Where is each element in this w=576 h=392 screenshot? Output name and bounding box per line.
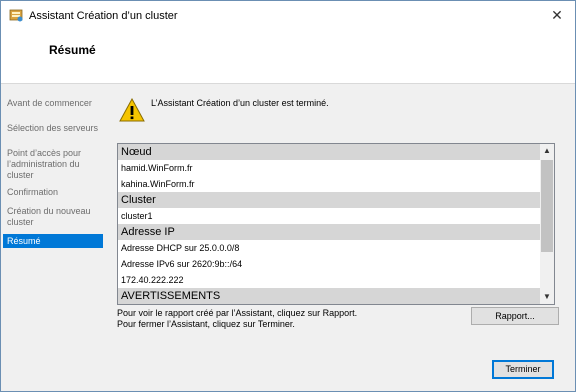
step-selection-serveurs[interactable]: Sélection des serveurs bbox=[3, 123, 103, 134]
list-item: cluster1 bbox=[121, 211, 153, 221]
scroll-down-icon[interactable]: ▼ bbox=[540, 290, 554, 304]
scroll-thumb[interactable] bbox=[541, 160, 553, 252]
summary-panel: L’Assistant Création d’un cluster est te… bbox=[105, 84, 575, 391]
finish-info-text: Pour fermer l’Assistant, cliquez sur Ter… bbox=[117, 319, 295, 329]
list-item: 172.40.222.222 bbox=[121, 275, 184, 285]
page-header: Résumé bbox=[1, 31, 575, 84]
cluster-wizard-icon bbox=[9, 9, 23, 22]
page-title: Résumé bbox=[49, 43, 96, 57]
report-info-text: Pour voir le rapport créé par l’Assistan… bbox=[117, 308, 358, 318]
list-item: Adresse DHCP sur 25.0.0.0/8 bbox=[121, 243, 240, 253]
list-group-header: Adresse IP bbox=[118, 224, 540, 240]
step-confirmation[interactable]: Confirmation bbox=[3, 187, 103, 198]
step-point-acces[interactable]: Point d’accès pour l’administration du c… bbox=[3, 148, 103, 181]
list-group-header: Cluster bbox=[118, 192, 540, 208]
summary-list[interactable]: Nœud hamid.WinForm.fr kahina.WinForm.fr … bbox=[117, 143, 555, 305]
scroll-up-icon[interactable]: ▲ bbox=[540, 144, 554, 158]
title-bar: Assistant Création d’un cluster ✕ bbox=[1, 1, 575, 31]
list-item: Adresse IPv6 sur 2620:9b::/64 bbox=[121, 259, 243, 269]
step-resume[interactable]: Résumé bbox=[3, 234, 103, 248]
close-icon[interactable]: ✕ bbox=[549, 7, 565, 23]
wizard-steps-sidebar: Avant de commencer Sélection des serveur… bbox=[1, 84, 105, 391]
step-avant-de-commencer[interactable]: Avant de commencer bbox=[3, 98, 103, 109]
list-group-header: Nœud bbox=[118, 144, 540, 160]
list-item: kahina.WinForm.fr bbox=[121, 179, 195, 189]
vertical-scrollbar[interactable]: ▲ ▼ bbox=[540, 144, 554, 304]
window-title: Assistant Création d’un cluster bbox=[29, 10, 178, 22]
list-item: hamid.WinForm.fr bbox=[121, 163, 193, 173]
report-button[interactable]: Rapport... bbox=[471, 307, 559, 325]
finish-button[interactable]: Terminer bbox=[492, 360, 554, 379]
status-message: L’Assistant Création d’un cluster est te… bbox=[151, 98, 329, 108]
wizard-window: Assistant Création d’un cluster ✕ Résumé… bbox=[0, 0, 576, 392]
list-group-header: AVERTISSEMENTS bbox=[118, 288, 540, 304]
step-creation-cluster[interactable]: Création du nouveau cluster bbox=[3, 206, 103, 228]
warning-icon bbox=[119, 98, 145, 122]
